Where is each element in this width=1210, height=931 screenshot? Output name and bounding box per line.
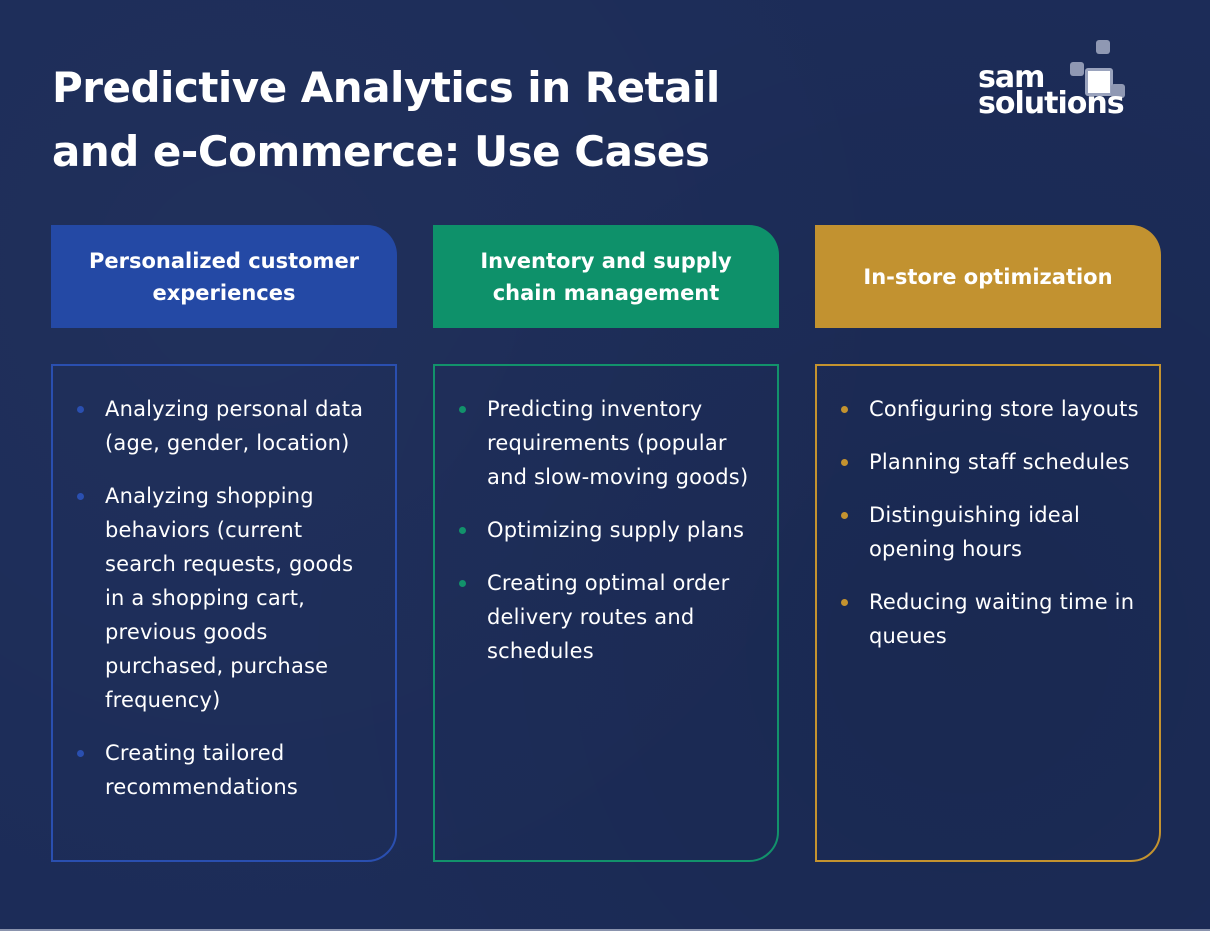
bullet-icon [841,599,848,606]
use-case-list: Predicting inventory requirements (popul… [457,392,757,668]
bullet-icon [77,750,84,757]
column-heading: Personalized customer experiences [51,225,397,328]
list-item: Predicting inventory requirements (popul… [457,392,757,494]
title-line-1: Predictive Analytics in Retail [52,63,720,112]
list-item: Analyzing shopping behaviors (current se… [75,479,375,717]
use-case-list: Configuring store layouts Planning staff… [839,392,1139,653]
list-item: Reducing waiting time in queues [839,585,1139,653]
column-heading: In-store optimization [815,225,1161,328]
sam-solutions-logo: sam solutions [975,36,1165,126]
list-item: Distinguishing ideal opening hours [839,498,1139,566]
column-list-box: Analyzing personal data (age, gender, lo… [51,364,397,862]
list-item: Analyzing personal data (age, gender, lo… [75,392,375,460]
use-case-list: Analyzing personal data (age, gender, lo… [75,392,375,804]
column-in-store-optimization: In-store optimization Configuring store … [815,225,1161,862]
logo-word-solutions: solutions [978,86,1125,121]
list-item: Creating optimal order delivery routes a… [457,566,757,668]
title-line-2: and e-Commerce: Use Cases [52,127,710,176]
page-title: Predictive Analytics in Retail and e-Com… [52,56,720,184]
column-list-box: Configuring store layouts Planning staff… [815,364,1161,862]
bullet-icon [841,459,848,466]
bullet-icon [77,493,84,500]
bullet-icon [841,406,848,413]
bullet-icon [459,406,466,413]
column-inventory-supply-chain: Inventory and supply chain management Pr… [433,225,779,862]
bullet-icon [459,527,466,534]
list-item: Creating tailored recommendations [75,736,375,804]
column-heading: Inventory and supply chain management [433,225,779,328]
bullet-icon [459,580,466,587]
list-item: Configuring store layouts [839,392,1139,426]
bullet-icon [841,512,848,519]
list-item: Optimizing supply plans [457,513,757,547]
list-item: Planning staff schedules [839,445,1139,479]
column-personalized-customer-experiences: Personalized customer experiences Analyz… [51,225,397,862]
bullet-icon [77,406,84,413]
column-list-box: Predicting inventory requirements (popul… [433,364,779,862]
